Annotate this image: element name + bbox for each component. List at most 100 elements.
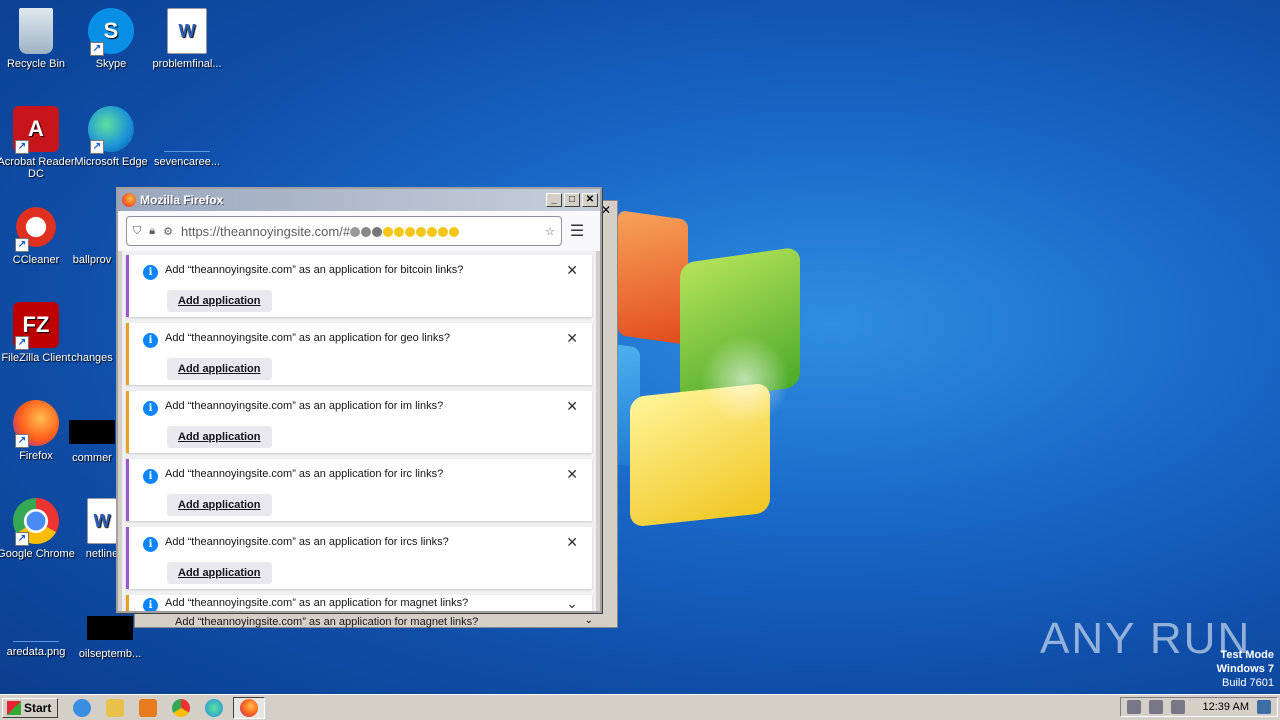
- notification-bar: i Add “theannoyingsite.com” as an applic…: [126, 323, 592, 385]
- add-application-button[interactable]: Add application: [167, 426, 272, 448]
- file-explorer-icon[interactable]: [106, 698, 125, 717]
- desktop-icon-recycle-bin[interactable]: Recycle Bin: [0, 8, 76, 70]
- edge-icon: ↗: [88, 106, 134, 154]
- recycle-bin-icon: [19, 8, 53, 54]
- add-application-button[interactable]: Add application: [167, 562, 272, 584]
- shortcut-arrow-icon: ↗: [15, 532, 29, 546]
- firefox-window[interactable]: Mozilla Firefox _ □ ✕ ⛉ 🔒︎ ⚙︎ https://th…: [116, 187, 602, 613]
- shield-icon[interactable]: ⛉: [133, 225, 141, 238]
- close-icon[interactable]: ✕: [566, 262, 578, 279]
- notification-stack: i Add “theannoyingsite.com” as an applic…: [122, 251, 596, 611]
- shortcut-arrow-icon: ↗: [15, 238, 29, 252]
- close-icon[interactable]: ✕: [566, 398, 578, 415]
- info-icon: i: [143, 333, 158, 348]
- taskbar-firefox-button[interactable]: [233, 696, 266, 719]
- clock[interactable]: 12:39 AM: [1203, 701, 1249, 713]
- acrobat-icon: A ↗: [13, 106, 59, 154]
- window-titlebar[interactable]: Mozilla Firefox _ □ ✕: [118, 189, 600, 211]
- desktop-icon-label: Acrobat Reader DC: [0, 156, 75, 180]
- filezilla-icon: FZ ↗: [13, 302, 59, 350]
- desktop-icon-label: ballprov: [72, 254, 112, 266]
- lock-icon[interactable]: 🔒︎: [149, 225, 155, 238]
- info-icon: i: [143, 401, 158, 416]
- word-document-icon: W: [167, 8, 207, 54]
- black-thumbnail-icon: [69, 420, 115, 444]
- desktop-icon-chrome[interactable]: ↗ Google Chrome: [0, 498, 76, 560]
- desktop-icon-label: commer: [72, 452, 112, 464]
- desktop-icon-label: oilseptemb...: [78, 648, 142, 660]
- chevron-down-icon[interactable]: ⌄: [566, 595, 578, 611]
- close-icon[interactable]: ✕: [566, 330, 578, 347]
- desktop-icon-aredata[interactable]: aredata.png: [0, 596, 76, 658]
- close-button[interactable]: ✕: [582, 193, 598, 207]
- shortcut-arrow-icon: ↗: [90, 42, 104, 56]
- windows-logo-wallpaper: [600, 210, 840, 545]
- notification-bar: i Add “theannoyingsite.com” as an applic…: [126, 391, 592, 453]
- start-label: Start: [24, 700, 52, 715]
- permissions-icon[interactable]: ⚙︎: [163, 225, 173, 238]
- desktop-icon-commer[interactable]: commer: [62, 400, 122, 464]
- notification-bar: i Add “theannoyingsite.com” as an applic…: [126, 527, 592, 589]
- firefox-icon: [122, 193, 136, 207]
- watermark-line: Windows 7: [1216, 663, 1274, 675]
- bookmark-star-icon[interactable]: ☆: [545, 225, 555, 238]
- add-application-button[interactable]: Add application: [167, 290, 272, 312]
- blank-file-icon: [164, 106, 210, 152]
- desktop-icon-label: Recycle Bin: [6, 58, 66, 70]
- close-icon[interactable]: ✕: [601, 203, 611, 217]
- watermark-line: Test Mode: [1220, 649, 1274, 661]
- notification-message: Add “theannoyingsite.com” as an applicat…: [165, 264, 464, 276]
- windows-flag-icon: [7, 700, 21, 715]
- system-tray: 12:39 AM: [1119, 697, 1278, 717]
- info-icon: i: [143, 598, 158, 611]
- flag-icon[interactable]: [1170, 700, 1185, 714]
- volume-icon[interactable]: [1126, 700, 1141, 714]
- test-mode-watermark: Test Mode Windows 7 Build 7601: [1217, 648, 1274, 690]
- desktop-icon-skype[interactable]: S ↗ Skype: [71, 8, 151, 70]
- minimize-button[interactable]: _: [546, 193, 562, 207]
- logo-glow: [700, 335, 790, 425]
- desktop-icon-label: Google Chrome: [0, 548, 75, 560]
- notification-bar: i Add “theannoyingsite.com” as an applic…: [126, 595, 592, 611]
- maximize-button[interactable]: □: [564, 193, 580, 207]
- shortcut-arrow-icon: ↗: [90, 140, 104, 154]
- hamburger-menu-icon[interactable]: ☰: [562, 221, 592, 241]
- chevron-down-icon[interactable]: ⌄: [585, 615, 593, 626]
- desktop-icon-label: changes: [71, 352, 113, 364]
- taskbar: Start 12:39 AM: [0, 694, 1280, 720]
- desktop-icon-ballprov[interactable]: ballprov: [62, 204, 122, 266]
- internet-explorer-icon[interactable]: [73, 698, 92, 717]
- blank-file-icon: [69, 204, 115, 250]
- notification-message: Add “theannoyingsite.com” as an applicat…: [165, 400, 444, 412]
- notification-message: Add “theannoyingsite.com” as an applicat…: [165, 536, 449, 548]
- desktop-icon-sevencaree[interactable]: sevencaree...: [147, 106, 227, 168]
- shortcut-arrow-icon: ↗: [15, 434, 29, 448]
- notification-message: Add “theannoyingsite.com” as an applicat…: [165, 468, 444, 480]
- desktop-icon-label: Skype: [95, 58, 127, 70]
- notification-message: Add “theannoyingsite.com” as an applicat…: [165, 332, 450, 344]
- desktop-icon-changes[interactable]: changes: [62, 302, 122, 364]
- notification-message: Add “theannoyingsite.com” as an applicat…: [175, 616, 479, 628]
- network-icon[interactable]: [1148, 700, 1163, 714]
- edge-icon[interactable]: [205, 698, 224, 717]
- url-text[interactable]: https://theannoyingsite.com/#: [181, 224, 537, 239]
- start-button[interactable]: Start: [2, 697, 59, 718]
- show-desktop-icon[interactable]: [1257, 700, 1271, 714]
- add-application-button[interactable]: Add application: [167, 494, 272, 516]
- desktop-icon-label: aredata.png: [6, 646, 66, 658]
- desktop-icon-acrobat[interactable]: A ↗ Acrobat Reader DC: [0, 106, 76, 180]
- add-application-button[interactable]: Add application: [167, 358, 272, 380]
- url-bar[interactable]: ⛉ 🔒︎ ⚙︎ https://theannoyingsite.com/# ☆: [126, 216, 562, 246]
- close-icon[interactable]: ✕: [566, 466, 578, 483]
- word-document-icon: W: [87, 498, 117, 544]
- logo-red-pane: [618, 210, 688, 345]
- desktop-icon-problemfinal[interactable]: W problemfinal...: [147, 8, 227, 70]
- media-player-icon[interactable]: [139, 698, 158, 717]
- chrome-icon[interactable]: [172, 698, 191, 717]
- navigation-toolbar: ⛉ 🔒︎ ⚙︎ https://theannoyingsite.com/# ☆ …: [118, 211, 600, 251]
- image-file-icon: [13, 596, 59, 642]
- close-icon[interactable]: ✕: [566, 534, 578, 551]
- desktop-icon-edge[interactable]: ↗ Microsoft Edge: [71, 106, 151, 168]
- emoji-dots: [350, 227, 460, 238]
- shortcut-arrow-icon: ↗: [15, 336, 29, 350]
